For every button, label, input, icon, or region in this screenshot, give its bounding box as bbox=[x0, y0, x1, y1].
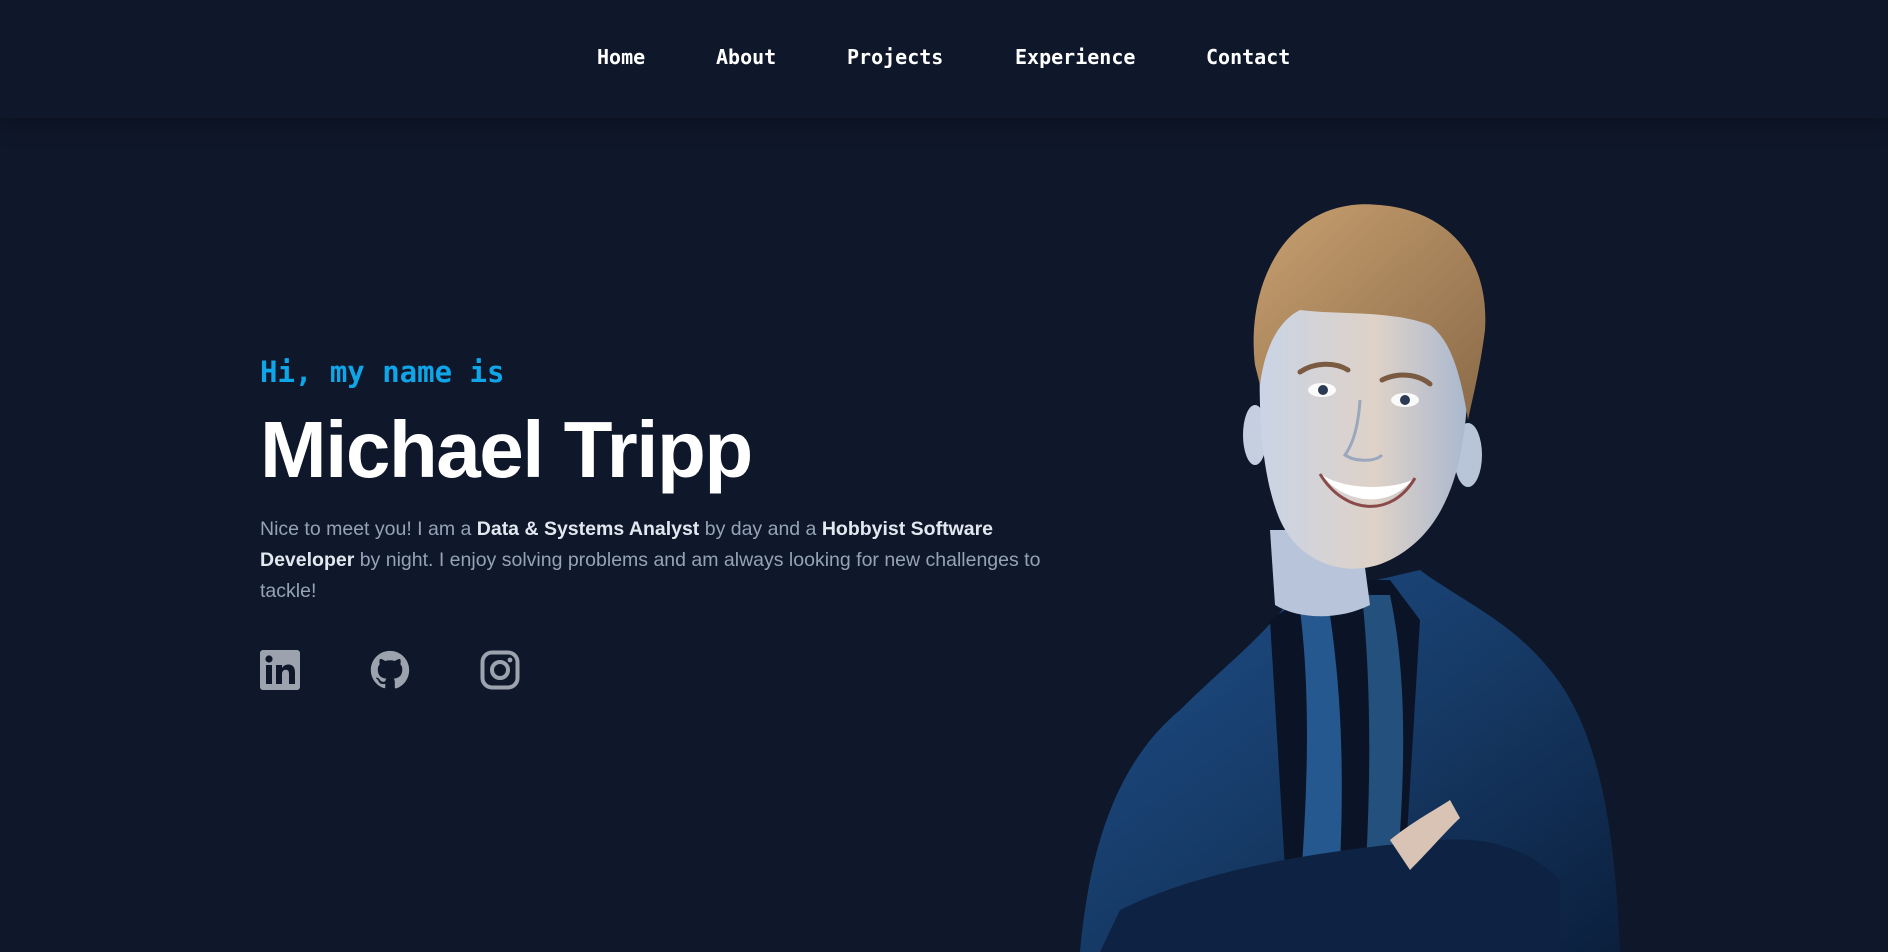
intro-part-2: by day and a bbox=[699, 518, 822, 540]
nav-link-experience[interactable]: Experience bbox=[1015, 45, 1135, 69]
github-link[interactable] bbox=[370, 650, 410, 692]
top-navigation: Home About Projects Experience Contact bbox=[0, 0, 1888, 118]
intro-part-1: Nice to meet you! I am a bbox=[260, 518, 477, 540]
intro-role-analyst: Data & Systems Analyst bbox=[476, 518, 700, 540]
hero-name: Michael Tripp bbox=[260, 405, 753, 494]
hero-section: Hi, my name is Michael Tripp Nice to mee… bbox=[260, 350, 1050, 607]
portrait-illustration bbox=[1080, 204, 1620, 952]
github-icon bbox=[370, 650, 410, 689]
instagram-link[interactable] bbox=[480, 650, 520, 692]
intro-part-3: by night. I enjoy solving problems and a… bbox=[260, 549, 1041, 602]
intro-text: Nice to meet you! I am a Data & Systems … bbox=[260, 514, 1050, 607]
profile-portrait bbox=[1060, 150, 1620, 952]
instagram-icon bbox=[480, 650, 520, 690]
linkedin-link[interactable] bbox=[260, 650, 300, 692]
greeting-text: Hi, my name is bbox=[260, 355, 505, 389]
nav-link-about[interactable]: About bbox=[716, 45, 776, 69]
linkedin-icon bbox=[260, 650, 300, 690]
nav-link-projects[interactable]: Projects bbox=[847, 45, 943, 69]
nav-link-contact[interactable]: Contact bbox=[1206, 45, 1290, 69]
nav-link-home[interactable]: Home bbox=[597, 45, 645, 69]
